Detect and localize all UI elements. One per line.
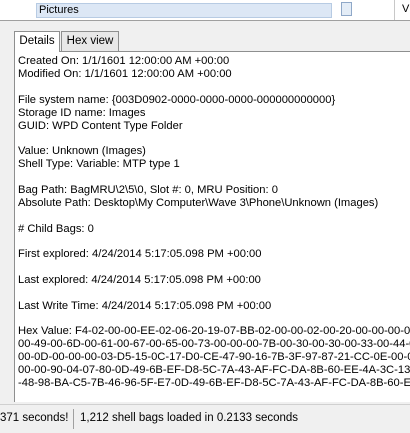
tab-hex-view[interactable]: Hex view: [61, 31, 119, 51]
details-pane: Created On: 1/1/1601 12:00:00 AM +00:00 …: [14, 51, 410, 402]
detail-guid: GUID: WPD Content Type Folder: [18, 120, 183, 132]
detail-value: Value: Unknown (Images): [18, 145, 146, 157]
tab-details[interactable]: Details: [14, 31, 60, 52]
detail-absolute-path: Absolute Path: Desktop\My Computer\Wave …: [18, 197, 379, 209]
status-elapsed: 371 seconds!: [0, 412, 69, 424]
status-separator: [73, 409, 74, 429]
list-cell-value: V: [402, 3, 410, 15]
detail-hex-line-5: -48-98-BA-C5-7B-46-96-5F-E7-0D-49-6B-EF-…: [18, 377, 410, 389]
detail-shell-type: Shell Type: Variable: MTP type 1: [18, 158, 180, 170]
detail-hex-line-2: 00-49-00-6D-00-61-00-67-00-65-00-73-00-0…: [18, 338, 410, 350]
list-row-pictures[interactable]: Pictures V: [0, 0, 410, 21]
detail-file-system-name: File system name: {003D0902-0000-0000-00…: [18, 94, 336, 106]
status-bar: 371 seconds! 1,212 shell bags loaded in …: [0, 404, 410, 433]
detail-bag-path: Bag Path: BagMRU\2\5\0, Slot #: 0, MRU P…: [18, 184, 278, 196]
column-divider: [394, 0, 395, 20]
detail-last-write-time: Last Write Time: 4/24/2014 5:17:05.098 P…: [18, 300, 272, 312]
detail-child-bags: # Child Bags: 0: [18, 223, 94, 235]
detail-storage-id-name: Storage ID name: Images: [18, 107, 146, 119]
detail-modified-on: Modified On: 1/1/1601 12:00:00 AM +00:00: [18, 68, 232, 80]
detail-hex-line-4: 00-00-90-04-07-80-0D-49-6B-EF-D8-5C-7A-4…: [18, 364, 410, 376]
list-cell-name[interactable]: Pictures: [36, 3, 332, 18]
detail-created-on: Created On: 1/1/1601 12:00:00 AM +00:00: [18, 55, 230, 67]
status-loaded-count: 1,212 shell bags loaded in 0.2133 second…: [80, 412, 299, 424]
detail-last-explored: Last explored: 4/24/2014 5:17:05.098 PM …: [18, 274, 261, 286]
detail-first-explored: First explored: 4/24/2014 5:17:05.098 PM…: [18, 248, 262, 260]
detail-hex-value: Hex Value: F4-02-00-00-EE-02-06-20-19-07…: [18, 325, 410, 337]
detail-hex-line-3: 00-0D-00-00-00-03-D5-15-0C-17-D0-CE-47-9…: [18, 351, 410, 363]
row-checkbox[interactable]: [341, 2, 352, 16]
